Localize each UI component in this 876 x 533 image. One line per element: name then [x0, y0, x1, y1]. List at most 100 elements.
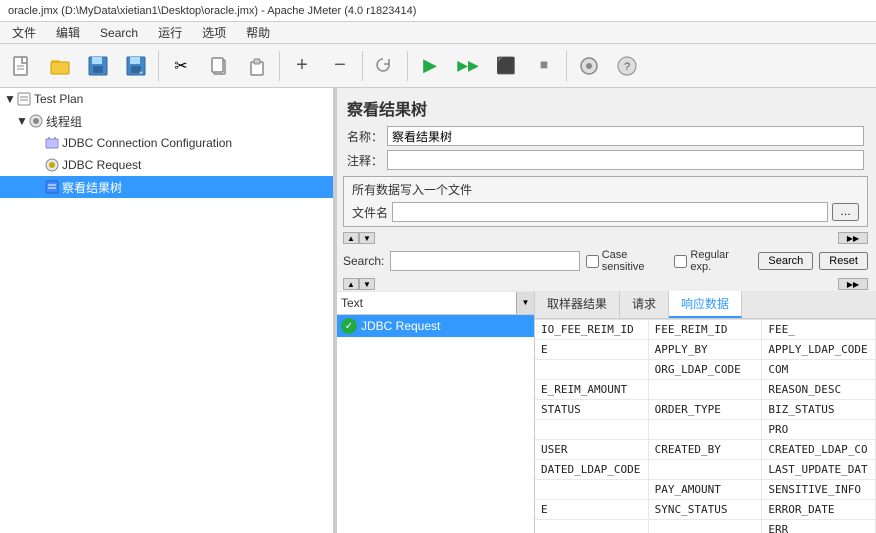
comment-row: 注释： — [335, 148, 876, 172]
data-cell-1-1: APPLY_BY — [649, 340, 763, 360]
remove-button[interactable]: − — [322, 48, 358, 84]
left-panel: ▼ Test Plan ▼ 线程组 ▶ JDBC Connection Conf… — [0, 88, 335, 533]
data-cell-3-1 — [649, 380, 763, 400]
case-sensitive-label: Case sensitive — [602, 249, 669, 273]
jdbc-connection-icon — [44, 135, 60, 151]
scroll-down-btn[interactable]: ▼ — [359, 232, 375, 244]
menu-edit[interactable]: 编辑 — [48, 22, 88, 43]
data-cell-2-2: COM — [762, 360, 876, 380]
data-cell-5-0 — [535, 420, 649, 440]
comment-label: 注释： — [347, 152, 387, 169]
data-cell-1-2: APPLY_LDAP_CODE — [762, 340, 876, 360]
file-name-label: 文件名 — [352, 204, 388, 221]
name-input[interactable] — [387, 126, 864, 146]
tab-request[interactable]: 请求 — [620, 291, 669, 318]
title-text: oracle.jmx (D:\MyData\xietian1\Desktop\o… — [8, 5, 416, 17]
regex-label: Regular exp. — [690, 249, 748, 273]
scroll-right2-btn[interactable]: ▶▶ — [838, 278, 868, 290]
start-button[interactable]: ▶ — [412, 48, 448, 84]
file-name-input[interactable] — [392, 202, 828, 222]
data-cell-9-1: SYNC_STATUS — [649, 500, 763, 520]
data-cell-6-1: CREATED_BY — [649, 440, 763, 460]
name-row: 名称： — [335, 124, 876, 148]
data-cell-8-2: SENSITIVE_INFO — [762, 480, 876, 500]
menu-options[interactable]: 选项 — [194, 22, 234, 43]
help-button[interactable]: ? — [609, 48, 645, 84]
menu-run[interactable]: 运行 — [150, 22, 190, 43]
view-results-tree-label: 察看结果树 — [62, 179, 122, 196]
add-button[interactable]: + — [284, 48, 320, 84]
name-label: 名称： — [347, 128, 387, 145]
data-cell-0-1: FEE_REIM_ID — [649, 320, 763, 340]
tree-item-jdbc-connection[interactable]: ▶ JDBC Connection Configuration — [0, 132, 334, 154]
comment-input[interactable] — [387, 150, 864, 170]
tab-sampler-result[interactable]: 取样器结果 — [535, 291, 620, 318]
file-row: 文件名 … — [352, 202, 859, 222]
jdbc-connection-label: JDBC Connection Configuration — [62, 136, 232, 150]
tree-item-thread-group[interactable]: ▼ 线程组 — [0, 110, 334, 132]
scroll-arrows-2: ▲ ▼ ▶▶ — [335, 277, 876, 291]
thread-group-label: 线程组 — [46, 113, 82, 130]
paste-button[interactable] — [239, 48, 275, 84]
regex-checkbox[interactable] — [674, 255, 687, 268]
scroll-up2-btn[interactable]: ▲ — [343, 278, 359, 290]
data-cell-9-0: E — [535, 500, 649, 520]
dropdown-label[interactable]: Text — [335, 292, 516, 314]
new-button[interactable] — [4, 48, 40, 84]
panel-title: 察看结果树 — [335, 88, 876, 124]
save-as-button[interactable]: + — [118, 48, 154, 84]
scroll-up-btn[interactable]: ▲ — [343, 232, 359, 244]
data-cell-6-0: USER — [535, 440, 649, 460]
save-button[interactable] — [80, 48, 116, 84]
regex-row: Regular exp. — [674, 249, 748, 273]
dropdown-arrow[interactable]: ▼ — [516, 292, 534, 314]
file-section: 所有数据写入一个文件 文件名 … — [343, 176, 868, 227]
toolbar-sep-2 — [279, 51, 280, 81]
sample-item-jdbc-request[interactable]: ✓ JDBC Request — [335, 315, 534, 337]
cut-button[interactable]: ✂ — [163, 48, 199, 84]
jdbc-request-label: JDBC Request — [62, 158, 141, 172]
data-cell-3-0: E_REIM_AMOUNT — [535, 380, 649, 400]
reset-search-button[interactable]: Reset — [819, 252, 868, 270]
toolbar-sep-1 — [158, 51, 159, 81]
tab-response-data[interactable]: 响应数据 — [669, 291, 742, 318]
main-area: ▼ Test Plan ▼ 线程组 ▶ JDBC Connection Conf… — [0, 88, 876, 533]
copy-button[interactable] — [201, 48, 237, 84]
data-panel: 取样器结果 请求 响应数据 IO_FEE_REIM_ID FEE_REIM_ID… — [535, 291, 876, 533]
data-cell-8-0 — [535, 480, 649, 500]
test-plan-label: Test Plan — [34, 92, 83, 106]
sample-status-icon: ✓ — [341, 318, 357, 334]
remote-button[interactable] — [571, 48, 607, 84]
toolbar-sep-4 — [407, 51, 408, 81]
data-cell-6-2: CREATED_LDAP_CO — [762, 440, 876, 460]
scroll-right-btn[interactable]: ▶▶ — [838, 232, 868, 244]
open-button[interactable] — [42, 48, 78, 84]
case-sensitive-checkbox[interactable] — [586, 255, 599, 268]
data-cell-2-1: ORG_LDAP_CODE — [649, 360, 763, 380]
tree-item-test-plan[interactable]: ▼ Test Plan — [0, 88, 334, 110]
tree-item-view-results-tree[interactable]: ▶ 察看结果树 — [0, 176, 334, 198]
title-bar: oracle.jmx (D:\MyData\xietian1\Desktop\o… — [0, 0, 876, 22]
file-browse-button[interactable]: … — [832, 203, 859, 221]
stop-now-button[interactable]: ⏹ — [526, 48, 562, 84]
stop-button[interactable]: ⬛ — [488, 48, 524, 84]
search-button[interactable]: Search — [758, 252, 813, 270]
data-grid: IO_FEE_REIM_ID FEE_REIM_ID FEE_ E APPLY_… — [535, 319, 876, 533]
file-section-title: 所有数据写入一个文件 — [352, 181, 859, 198]
reset-button[interactable] — [367, 48, 403, 84]
samples-list-header: Text ▼ — [335, 291, 534, 315]
menu-help[interactable]: 帮助 — [238, 22, 278, 43]
resize-handle[interactable] — [333, 88, 335, 533]
tree-item-jdbc-request[interactable]: ▶ JDBC Request — [0, 154, 334, 176]
data-cell-9-2: ERROR_DATE — [762, 500, 876, 520]
start-no-pause-button[interactable]: ▶▶ — [450, 48, 486, 84]
data-cell-4-0: STATUS — [535, 400, 649, 420]
results-container: Text ▼ ✓ JDBC Request 取样器结果 请求 响应数 — [335, 291, 876, 533]
scroll-down2-btn[interactable]: ▼ — [359, 278, 375, 290]
results-body: Text ▼ ✓ JDBC Request 取样器结果 请求 响应数 — [335, 291, 876, 533]
data-cell-2-0 — [535, 360, 649, 380]
search-input[interactable] — [390, 251, 579, 271]
menu-file[interactable]: 文件 — [4, 22, 44, 43]
sample-item-label: JDBC Request — [361, 319, 440, 333]
menu-search[interactable]: Search — [92, 24, 146, 42]
